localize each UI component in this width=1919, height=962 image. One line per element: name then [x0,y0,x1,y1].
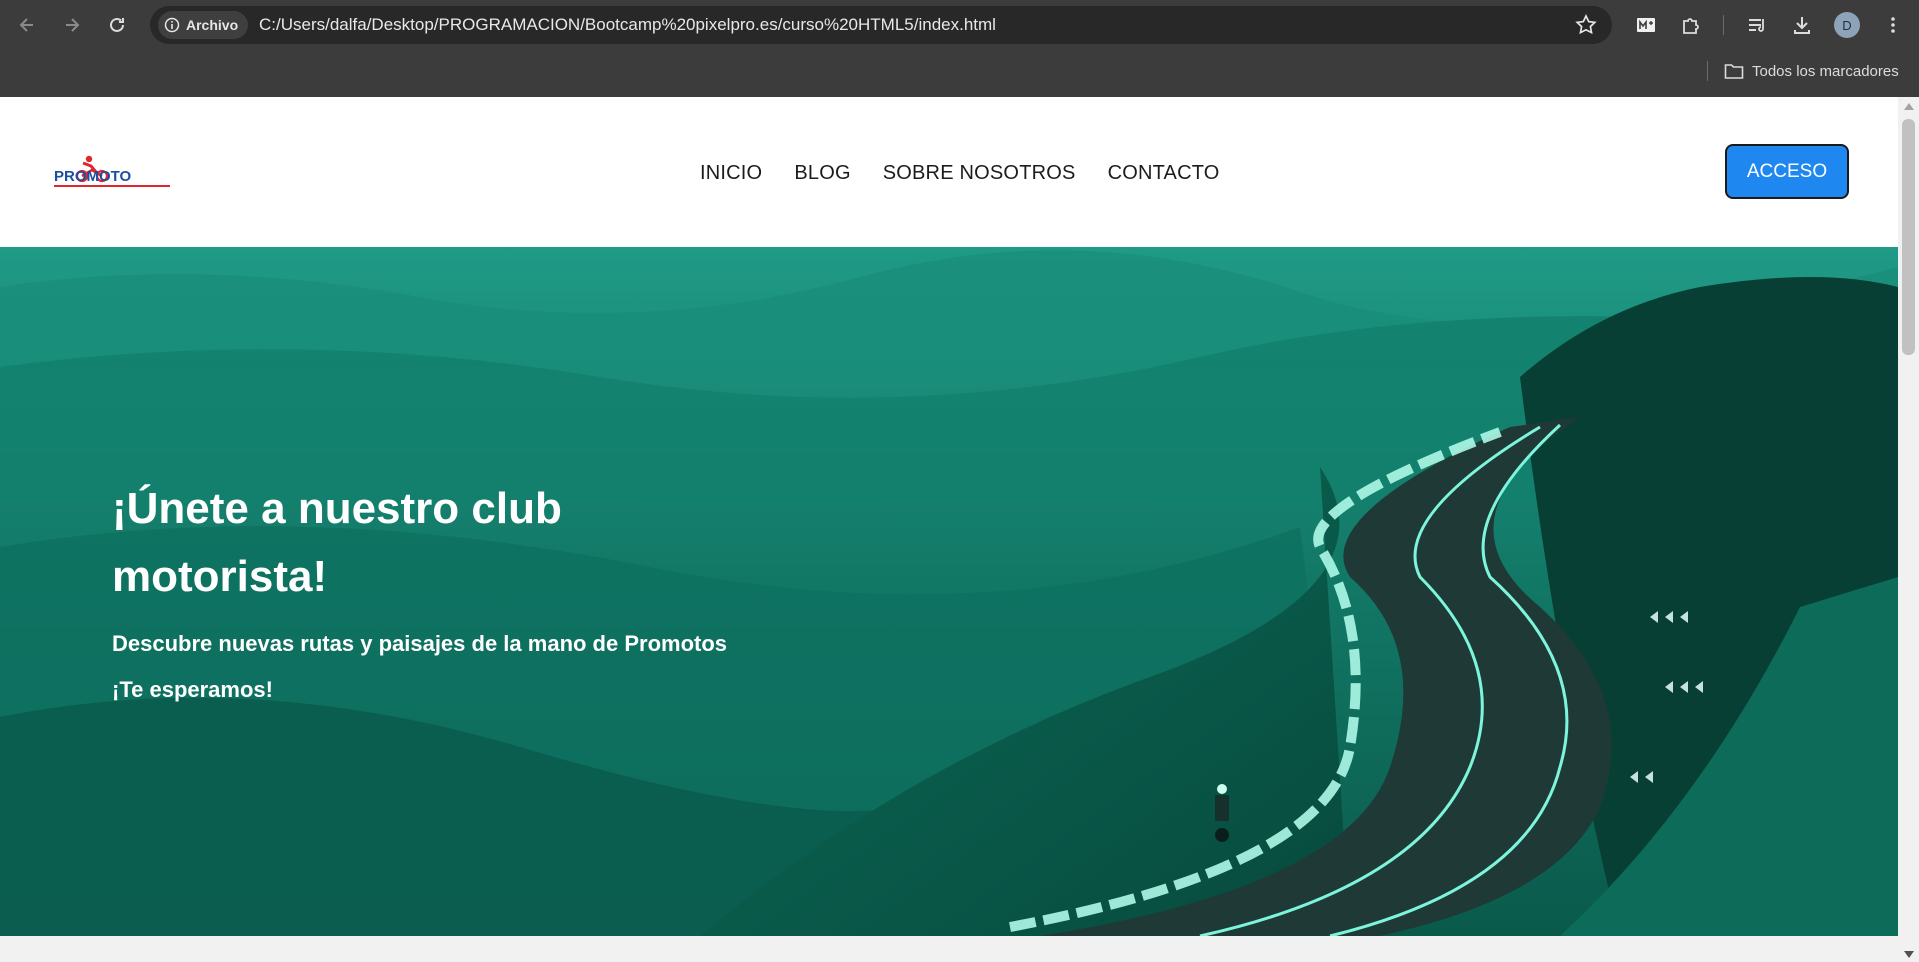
logo-wordmark: PROMOTO [54,168,132,185]
hero-banner: ¡Únete a nuestro club motorista! Descubr… [0,247,1898,936]
address-bar[interactable]: Archivo C:/Users/dalfa/Desktop/PROGRAMAC… [150,6,1612,44]
media-button[interactable] [1633,12,1659,38]
bookmarks-bar: Todos los marcadores [0,55,1919,91]
url-text[interactable]: C:/Users/dalfa/Desktop/PROGRAMACION/Boot… [259,6,996,44]
access-button[interactable]: ACCESO [1725,144,1849,199]
bookmarks-divider [1707,61,1708,81]
reading-list-button[interactable] [1744,12,1770,38]
reload-icon [110,17,124,32]
info-icon [164,17,180,33]
page-scrollbar[interactable] [1898,97,1919,962]
scroll-thumb[interactable] [1902,119,1915,355]
hero-title: ¡Únete a nuestro club motorista! [112,484,562,601]
nav-link-inicio[interactable]: INICIO [700,162,762,185]
forward-button[interactable] [57,10,87,40]
back-arrow-icon [19,18,33,32]
media-icon [1637,18,1655,32]
hero-cta-text: ¡Te esperamos! [112,677,273,702]
folder-icon [1724,64,1744,79]
main-nav: INICIO BLOG SOBRE NOSOTROS CONTACTO [700,153,1220,193]
menu-kebab-icon [1891,17,1895,33]
extensions-button[interactable] [1678,12,1704,38]
all-bookmarks-folder[interactable]: Todos los marcadores [1724,57,1899,85]
scroll-down-arrow-icon[interactable] [1904,951,1914,958]
bookmarks-folder-label: Todos los marcadores [1752,62,1899,80]
hero-subtitle: Descubre nuevas rutas y paisajes de la m… [112,631,728,656]
promoto-logo[interactable]: PROMOTO [52,153,172,193]
browser-menu-button[interactable] [1880,12,1906,38]
site-info-chip[interactable]: Archivo [158,11,249,39]
toolbar-divider [1723,15,1724,35]
forward-arrow-icon [66,18,80,32]
extensions-icon [1683,18,1699,34]
back-button[interactable] [12,10,42,40]
browser-chrome: Archivo C:/Users/dalfa/Desktop/PROGRAMAC… [0,0,1919,97]
page-viewport: PROMOTO INICIO BLOG SOBRE NOSOTROS CONTA… [0,97,1898,962]
reload-button[interactable] [102,10,132,40]
browser-toolbar: Archivo C:/Users/dalfa/Desktop/PROGRAMAC… [0,0,1919,50]
site-chip-label: Archivo [186,17,239,33]
download-button[interactable] [1789,12,1815,38]
nav-link-blog[interactable]: BLOG [794,162,850,185]
nav-link-contacto[interactable]: CONTACTO [1108,162,1220,185]
next-section-edge [0,936,1898,962]
nav-link-sobre-nosotros[interactable]: SOBRE NOSOTROS [883,162,1076,185]
reading-list-icon [1749,19,1764,32]
star-icon[interactable] [1574,13,1598,37]
site-header: PROMOTO INICIO BLOG SOBRE NOSOTROS CONTA… [0,97,1898,247]
download-icon [1794,17,1810,34]
profile-avatar[interactable]: D [1834,12,1860,38]
scroll-up-arrow-icon[interactable] [1904,103,1914,110]
